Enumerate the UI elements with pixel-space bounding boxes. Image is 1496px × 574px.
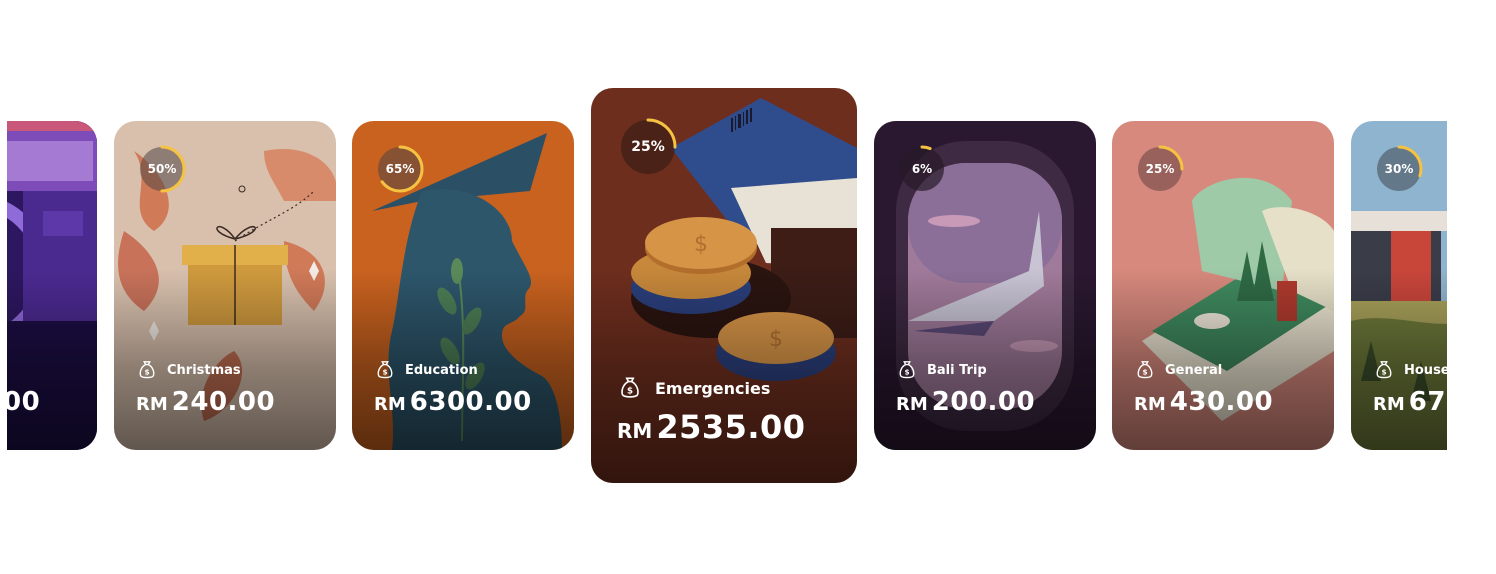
goal-name: House xyxy=(1404,362,1447,378)
progress-ring: 25% xyxy=(619,118,677,176)
goal-card-emergencies[interactable]: $ $ 25% $ Emergencies RM2535.00 xyxy=(591,88,857,483)
goal-card-education[interactable]: 65% $ Education RM 6300.00 xyxy=(352,121,574,450)
progress-ring: 30% xyxy=(1375,145,1423,193)
money-bag-icon: $ xyxy=(1137,361,1153,379)
progress-percent: 65% xyxy=(385,162,415,176)
goal-name: General xyxy=(1165,362,1223,378)
svg-text:$: $ xyxy=(1381,368,1386,377)
goal-name: Bali Trip xyxy=(927,362,987,378)
money-bag-icon: $ xyxy=(1376,361,1392,379)
goal-card-christmas[interactable]: 50% $ Christmas RM 240.00 xyxy=(114,121,336,450)
svg-text:$: $ xyxy=(1142,368,1147,377)
goal-amount: RM 240.00 xyxy=(136,387,276,417)
goal-card-bali-trip[interactable]: 6% $ Bali Trip RM 200.00 xyxy=(874,121,1096,450)
goal-card-general[interactable]: 25% $ General RM 430.00 xyxy=(1112,121,1334,450)
money-bag-icon: $ xyxy=(139,361,155,379)
goal-label: $ General xyxy=(1134,359,1222,381)
progress-ring: 6% xyxy=(898,145,946,193)
goal-name: Education xyxy=(405,362,478,378)
svg-text:$: $ xyxy=(144,368,149,377)
goal-amount: RM 200.00 xyxy=(896,387,1036,417)
progress-percent: 6% xyxy=(911,162,933,176)
progress-percent: 25% xyxy=(631,139,665,155)
progress-percent: 30% xyxy=(1384,162,1414,176)
svg-text:$: $ xyxy=(904,368,909,377)
goal-name: Christmas xyxy=(167,362,241,378)
goal-amount: RM673 xyxy=(1373,387,1447,417)
progress-ring: 50% xyxy=(138,145,186,193)
goal-label: $ Emergencies xyxy=(617,375,770,401)
svg-text:$: $ xyxy=(694,232,708,257)
savings-carousel[interactable]: 00 50% $ Christmas RM 240.00 65% $ Educa… xyxy=(7,0,1447,574)
goal-name: Emergencies xyxy=(655,378,771,398)
progress-ring: 25% xyxy=(1136,145,1184,193)
goal-amount: 00 xyxy=(7,387,41,417)
goal-label: $ House xyxy=(1373,359,1447,381)
progress-ring: 65% xyxy=(376,145,424,193)
money-bag-icon: $ xyxy=(621,377,639,398)
goal-amount: RM 2535.00 xyxy=(617,408,806,446)
progress-percent: 25% xyxy=(1145,162,1175,176)
svg-text:$: $ xyxy=(627,386,633,396)
goal-label: $ Bali Trip xyxy=(896,359,987,381)
goal-card-car[interactable]: 00 xyxy=(7,121,97,450)
progress-percent: 50% xyxy=(147,162,177,176)
goal-label: $ Education xyxy=(374,359,478,381)
svg-text:$: $ xyxy=(382,368,387,377)
goal-card-house[interactable]: 30% $ House RM673 xyxy=(1351,121,1447,450)
money-bag-icon: $ xyxy=(899,361,915,379)
goal-amount: RM 430.00 xyxy=(1134,387,1274,417)
money-bag-icon: $ xyxy=(377,361,393,379)
goal-label: $ Christmas xyxy=(136,359,241,381)
goal-amount: RM 6300.00 xyxy=(374,387,532,417)
